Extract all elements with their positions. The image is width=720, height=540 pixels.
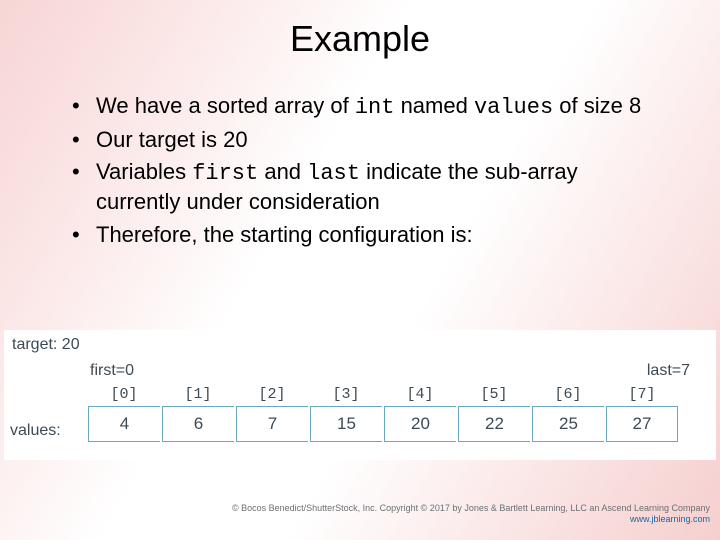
array-cell: 15 [310, 406, 382, 442]
array-col-3: [3] 15 [310, 384, 382, 442]
index-label: [7] [606, 384, 678, 406]
array-cell: 7 [236, 406, 308, 442]
array-diagram: target: 20 first=0 last=7 values: [0] 4 … [4, 330, 716, 460]
array-col-6: [6] 25 [532, 384, 604, 442]
array-col-7: [7] 27 [606, 384, 678, 442]
array-col-1: [1] 6 [162, 384, 234, 442]
bullet-1-post: of size 8 [553, 93, 641, 118]
index-label: [4] [384, 384, 456, 406]
array-cell: 22 [458, 406, 530, 442]
array-cell: 27 [606, 406, 678, 442]
index-label: [6] [532, 384, 604, 406]
last-label: last=7 [647, 362, 690, 380]
array-cell: 20 [384, 406, 456, 442]
bullet-3-mid: and [258, 159, 307, 184]
code-values: values [474, 95, 553, 120]
copyright: © Bocos Benedict/ShutterStock, Inc. Copy… [232, 503, 710, 526]
code-int: int [355, 95, 395, 120]
bullet-2: Our target is 20 [68, 126, 658, 154]
bullet-1-pre: We have a sorted array of [96, 93, 355, 118]
bullet-3-pre: Variables [96, 159, 192, 184]
array-col-0: [0] 4 [88, 384, 160, 442]
array-cells-row: [0] 4 [1] 6 [2] 7 [3] 15 [4] 20 [5] 22 [… [88, 384, 698, 442]
index-label: [0] [88, 384, 160, 406]
index-label: [5] [458, 384, 530, 406]
values-label: values: [10, 422, 61, 440]
slide: Example We have a sorted array of int na… [0, 0, 720, 540]
array-col-4: [4] 20 [384, 384, 456, 442]
bullet-1: We have a sorted array of int named valu… [68, 92, 658, 122]
array-cell: 25 [532, 406, 604, 442]
code-first: first [192, 161, 258, 186]
copyright-link: www.jblearning.com [232, 514, 710, 526]
copyright-line1: © Bocos Benedict/ShutterStock, Inc. Copy… [232, 503, 710, 515]
bullet-4: Therefore, the starting configuration is… [68, 221, 658, 249]
index-label: [3] [310, 384, 382, 406]
array-cell: 6 [162, 406, 234, 442]
array-col-2: [2] 7 [236, 384, 308, 442]
index-label: [2] [236, 384, 308, 406]
target-label: target: 20 [12, 336, 80, 354]
array-col-5: [5] 22 [458, 384, 530, 442]
array-cell: 4 [88, 406, 160, 442]
code-last: last [307, 161, 360, 186]
bullet-3: Variables first and last indicate the su… [68, 158, 658, 216]
first-label: first=0 [90, 362, 134, 380]
index-label: [1] [162, 384, 234, 406]
page-title: Example [0, 18, 720, 60]
bullet-list: We have a sorted array of int named valu… [68, 92, 658, 253]
bullet-1-mid: named [394, 93, 474, 118]
